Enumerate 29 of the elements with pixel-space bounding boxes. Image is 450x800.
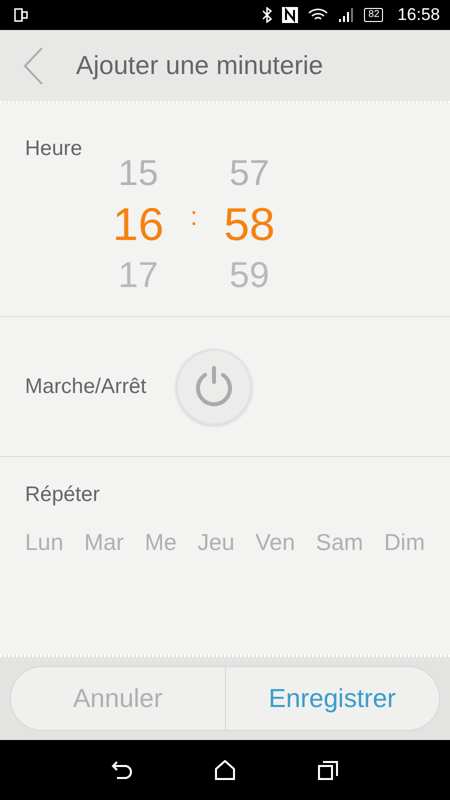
minute-value[interactable]: 58 bbox=[224, 197, 276, 251]
back-icon[interactable] bbox=[110, 760, 133, 780]
nfc-icon bbox=[282, 7, 298, 23]
day-toggle[interactable]: Lun bbox=[25, 529, 64, 556]
power-label: Marche/Arrêt bbox=[25, 374, 146, 398]
hour-value[interactable]: 15 bbox=[118, 149, 158, 197]
hour-value[interactable]: 16 bbox=[112, 197, 164, 251]
home-icon[interactable] bbox=[214, 760, 236, 780]
day-toggle[interactable]: Mar bbox=[84, 529, 124, 556]
clock: 16:58 bbox=[397, 5, 440, 25]
repeat-label: Répéter bbox=[25, 483, 101, 507]
day-toggle[interactable]: Jeu bbox=[197, 529, 235, 556]
cancel-button[interactable]: Annuler bbox=[11, 667, 224, 730]
recent-apps-icon[interactable] bbox=[317, 760, 340, 780]
day-toggle[interactable]: Sam bbox=[316, 529, 364, 556]
screen-title: Ajouter une minuterie bbox=[76, 50, 324, 81]
day-toggle[interactable]: Dim bbox=[384, 529, 425, 556]
time-label: Heure bbox=[25, 137, 82, 162]
save-button[interactable]: Enregistrer bbox=[224, 667, 439, 730]
signal-icon bbox=[338, 8, 354, 22]
battery-level: 82 bbox=[364, 8, 384, 22]
time-separator: : bbox=[190, 201, 198, 232]
bluetooth-icon bbox=[262, 7, 272, 23]
day-toggle[interactable]: Me bbox=[144, 529, 177, 556]
day-toggle[interactable]: Ven bbox=[255, 529, 296, 556]
minute-value[interactable]: 57 bbox=[229, 149, 270, 197]
phone-icon bbox=[14, 8, 28, 22]
hour-value[interactable]: 17 bbox=[118, 251, 158, 299]
minute-value[interactable]: 59 bbox=[229, 251, 270, 299]
